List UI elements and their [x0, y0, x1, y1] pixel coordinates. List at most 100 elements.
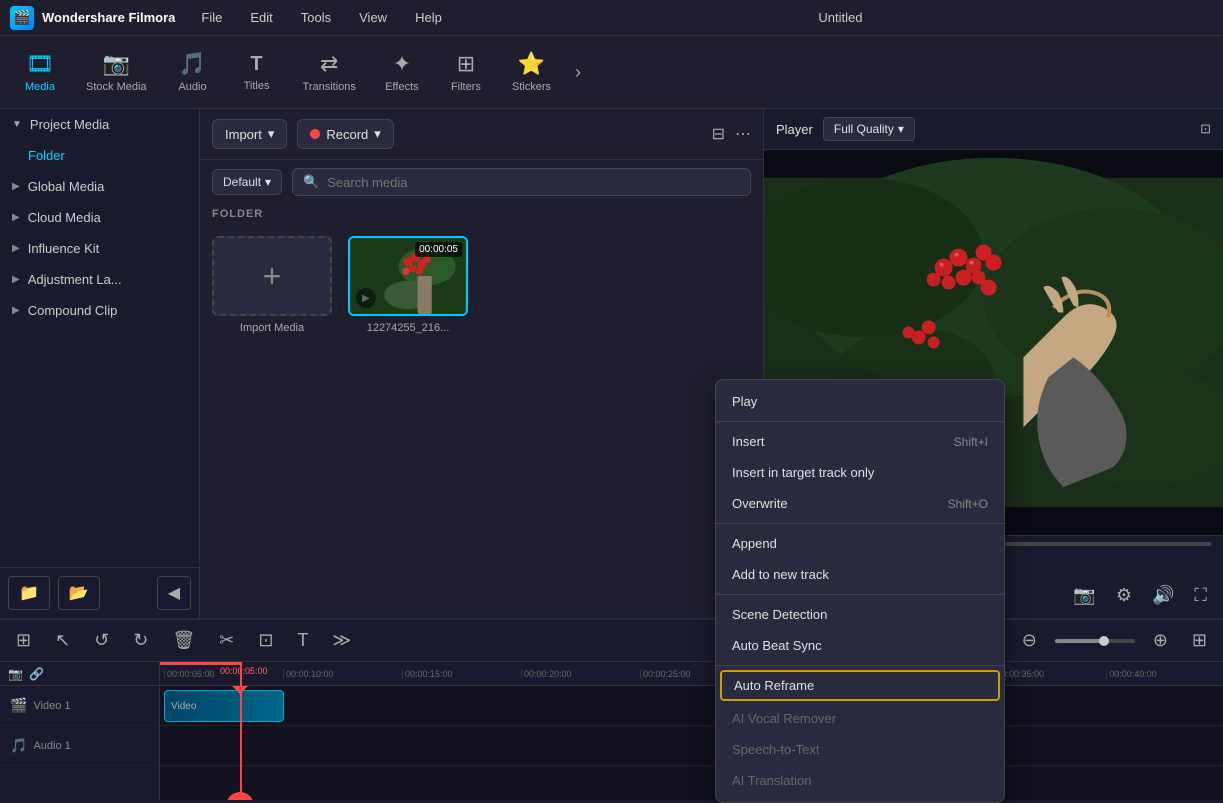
link-icon[interactable]: 🔗	[29, 667, 44, 681]
folder-select[interactable]: Default ▾	[212, 169, 282, 195]
toolbar-stickers[interactable]: ⭐ Stickers	[500, 43, 563, 101]
new-folder-button[interactable]: 📁	[8, 576, 50, 610]
timeline-content: 00:00:05:00 00:00:10:00 00:00:15:00 00:0…	[160, 662, 763, 800]
ctx-separator-1	[716, 421, 1004, 422]
menu-items: File Edit Tools View Help	[195, 6, 447, 29]
toolbar-media[interactable]: 🎞 Media	[10, 43, 70, 101]
ctx-ai-translation: AI Translation	[716, 765, 1004, 796]
sidebar-label-influence-kit: Influence Kit	[28, 241, 100, 256]
ctx-add-new-track[interactable]: Add to new track	[716, 559, 1004, 590]
right-mark-4: 00:00:40:00	[1106, 669, 1219, 679]
ctx-play[interactable]: Play	[716, 386, 1004, 417]
menu-view[interactable]: View	[353, 6, 393, 29]
effects-icon: ✦	[393, 51, 411, 77]
track-row-video: 🎬 Video 1	[0, 686, 159, 726]
record-button[interactable]: Record ▾	[297, 119, 393, 149]
chevron-right-icon-compound: ▶	[12, 305, 20, 316]
toolbar-transitions[interactable]: ⇄ Transitions	[291, 43, 368, 101]
video-clip[interactable]: Video	[164, 690, 284, 722]
search-bar: Default ▾ 🔍	[200, 160, 763, 204]
media-grid: + Import Media	[200, 224, 763, 346]
ctx-overwrite[interactable]: Overwrite Shift+O	[716, 488, 1004, 519]
track-row-audio: 🎵 Audio 1	[0, 726, 159, 766]
timeline-grid-button[interactable]: ⊞	[10, 626, 37, 655]
timeline-redo-button[interactable]: ↻	[127, 626, 154, 655]
folder-section-label: FOLDER	[200, 204, 763, 224]
settings-button[interactable]: ⚙	[1112, 581, 1136, 610]
toolbar: 🎞 Media 📷 Stock Media 🎵 Audio T Titles ⇄…	[0, 36, 1223, 109]
toolbar-titles[interactable]: T Titles	[227, 45, 287, 100]
ctx-scene-detection[interactable]: Scene Detection	[716, 599, 1004, 630]
menu-edit[interactable]: Edit	[244, 6, 278, 29]
sidebar-item-folder[interactable]: Folder	[0, 140, 199, 171]
list-item[interactable]: 00:00:05 ▶ 12274255_216...	[348, 236, 468, 334]
zoom-slider[interactable]	[1055, 639, 1135, 643]
import-folder-button[interactable]: 📂	[58, 576, 100, 610]
ctx-speech-to-text: Speech-to-Text	[716, 734, 1004, 765]
zoom-handle[interactable]	[1099, 636, 1109, 646]
sidebar-label-adjustment: Adjustment La...	[28, 272, 122, 287]
toolbar-stock-media[interactable]: 📷 Stock Media	[74, 43, 159, 101]
ctx-overwrite-shortcut: Shift+O	[948, 497, 988, 511]
collapse-sidebar-button[interactable]: ◀	[157, 576, 191, 610]
timeline-zoom-out-button[interactable]: ⊖	[1016, 626, 1043, 655]
toolbar-filters[interactable]: ⊞ Filters	[436, 43, 496, 101]
timeline-select-button[interactable]: ↖	[49, 626, 76, 655]
timeline-red-bar	[160, 662, 240, 665]
add-track-icon[interactable]: 📷	[8, 667, 23, 681]
toolbar-more[interactable]: ›	[567, 54, 589, 91]
add-icon: +	[263, 258, 282, 295]
ctx-auto-beat-sync[interactable]: Auto Beat Sync	[716, 630, 1004, 661]
timeline-delete-button[interactable]: 🗑	[166, 626, 201, 655]
sidebar-label-compound-clip: Compound Clip	[28, 303, 118, 318]
ctx-append[interactable]: Append	[716, 528, 1004, 559]
ctx-auto-beat-sync-label: Auto Beat Sync	[732, 638, 822, 653]
ctx-auto-reframe[interactable]: Auto Reframe	[720, 670, 1000, 701]
sidebar-item-influence-kit[interactable]: ▶ Influence Kit	[0, 233, 199, 264]
toolbar-effects[interactable]: ✦ Effects	[372, 43, 432, 101]
player-extra-icon[interactable]: ⊡	[1200, 121, 1211, 137]
timeline-zoom-in-button[interactable]: ⊕	[1147, 626, 1174, 655]
more-options-icon[interactable]: ⋯	[735, 124, 751, 144]
menu-tools[interactable]: Tools	[295, 6, 337, 29]
filters-icon: ⊞	[457, 51, 475, 77]
filter-icon[interactable]: ⊟	[712, 124, 725, 144]
toolbar-audio[interactable]: 🎵 Audio	[163, 43, 223, 101]
sidebar-item-cloud-media[interactable]: ▶ Cloud Media	[0, 202, 199, 233]
menu-help[interactable]: Help	[409, 6, 448, 29]
timeline-ruler: 00:00:05:00 00:00:10:00 00:00:15:00 00:0…	[160, 662, 763, 686]
snapshot-button[interactable]: 📷	[1069, 581, 1099, 610]
sidebar-item-compound-clip[interactable]: ▶ Compound Clip	[0, 295, 199, 326]
ctx-separator-3	[716, 594, 1004, 595]
timeline-more-button[interactable]: ≫	[326, 626, 357, 655]
sidebar-item-global-media[interactable]: ▶ Global Media	[0, 171, 199, 202]
fullscreen-button[interactable]: ⛶	[1190, 581, 1211, 610]
menu-file[interactable]: File	[195, 6, 228, 29]
ctx-ai-vocal-label: AI Vocal Remover	[732, 711, 836, 726]
sidebar: ▼ Project Media Folder ▶ Global Media ▶ …	[0, 109, 200, 618]
quality-label: Full Quality	[834, 122, 894, 136]
sidebar-label-global-media: Global Media	[28, 179, 105, 194]
timeline-undo-button[interactable]: ↺	[88, 626, 115, 655]
timeline-text-button[interactable]: T	[291, 626, 314, 655]
import-media-thumb[interactable]: +	[212, 236, 332, 316]
list-item[interactable]: + Import Media	[212, 236, 332, 334]
sidebar-item-project-media[interactable]: ▼ Project Media	[0, 109, 199, 140]
video-thumb[interactable]: 00:00:05 ▶	[348, 236, 468, 316]
import-media-label: Import Media	[240, 322, 304, 334]
chevron-down-icon: ▼	[12, 119, 22, 130]
video-duration: 00:00:05	[415, 242, 462, 257]
timeline-transform-button[interactable]: ⊡	[252, 626, 279, 655]
ruler-mark-4: 00:00:20:00	[521, 669, 640, 679]
timeline-scissors-button[interactable]: ✂	[213, 626, 240, 655]
timeline-layout-button[interactable]: ⊞	[1186, 626, 1213, 655]
sidebar-item-adjustment[interactable]: ▶ Adjustment La...	[0, 264, 199, 295]
ctx-insert-target[interactable]: Insert in target track only	[716, 457, 1004, 488]
volume-button[interactable]: 🔊	[1148, 581, 1178, 610]
quality-select[interactable]: Full Quality ▾	[823, 117, 915, 141]
import-button[interactable]: Import ▾	[212, 119, 287, 149]
toolbar-stock-media-label: Stock Media	[86, 81, 147, 93]
ctx-insert[interactable]: Insert Shift+I	[716, 426, 1004, 457]
search-input[interactable]	[327, 175, 740, 190]
sidebar-label-project-media: Project Media	[30, 117, 109, 132]
